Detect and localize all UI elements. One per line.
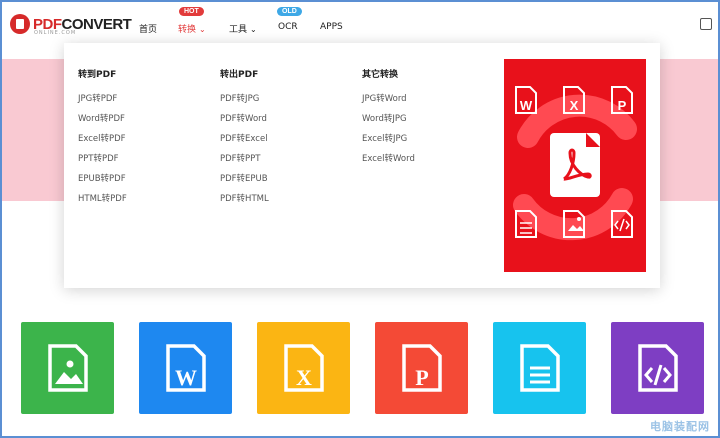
column-other-conversions: 其它转换 JPG转Word Word转JPG Excel转JPG Excel转W… xyxy=(362,67,415,173)
link-word-to-pdf[interactable]: Word转PDF xyxy=(78,113,127,133)
column-to-pdf: 转到PDF JPG转PDF Word转PDF Excel转PDF PPT转PDF… xyxy=(78,67,127,213)
svg-text:P: P xyxy=(415,365,428,390)
link-pdf-to-ppt[interactable]: PDF转PPT xyxy=(220,153,269,173)
link-jpg-to-word[interactable]: JPG转Word xyxy=(362,93,415,113)
tool-tiles: W X P xyxy=(2,322,718,438)
nav-item-home[interactable]: 首页 xyxy=(139,22,157,35)
logo-tagline: ONLINE.COM xyxy=(34,30,77,36)
nav-item-ocr[interactable]: OCR xyxy=(278,22,298,32)
word-file-icon: W xyxy=(166,344,206,392)
conversion-illustration: W X P xyxy=(513,86,637,241)
link-html-to-pdf[interactable]: HTML转PDF xyxy=(78,193,127,213)
column-title: 转出PDF xyxy=(220,70,259,80)
nav-item-tools[interactable]: 工具 ⌄ xyxy=(229,22,257,35)
link-epub-to-pdf[interactable]: EPUB转PDF xyxy=(78,173,127,193)
excel-letter: X xyxy=(570,98,579,113)
tile-excel-tools[interactable]: X xyxy=(257,322,350,414)
old-badge: OLD xyxy=(277,7,302,16)
column-from-pdf: 转出PDF PDF转JPG PDF转Word PDF转Excel PDF转PPT… xyxy=(220,67,269,213)
convert-dropdown-menu: 转到PDF JPG转PDF Word转PDF Excel转PDF PPT转PDF… xyxy=(64,43,660,288)
link-word-to-jpg[interactable]: Word转JPG xyxy=(362,113,415,133)
watermark: 电脑装配网 xyxy=(650,420,710,433)
link-ppt-to-pdf[interactable]: PPT转PDF xyxy=(78,153,127,173)
column-title: 转到PDF xyxy=(78,70,117,80)
hot-badge: HOT xyxy=(179,7,204,16)
nav-item-convert[interactable]: 转换 ⌄ xyxy=(178,22,206,35)
nav-item-apps[interactable]: APPS xyxy=(320,22,343,32)
tile-image-tools[interactable] xyxy=(21,322,114,414)
tile-powerpoint-tools[interactable]: P xyxy=(375,322,468,414)
column-title: 其它转换 xyxy=(362,70,399,80)
link-excel-to-word[interactable]: Excel转Word xyxy=(362,153,415,173)
link-pdf-to-excel[interactable]: PDF转Excel xyxy=(220,133,269,153)
link-excel-to-pdf[interactable]: Excel转PDF xyxy=(78,133,127,153)
chevron-down-icon: ⌄ xyxy=(199,25,206,34)
logo-icon xyxy=(10,14,30,34)
tile-code-tools[interactable] xyxy=(611,322,704,414)
promo-banner[interactable]: W X P xyxy=(504,59,646,272)
site-logo[interactable]: PDFCONVERT ONLINE.COM xyxy=(10,14,132,36)
image-file-icon xyxy=(48,344,88,392)
svg-text:W: W xyxy=(175,365,197,390)
chevron-down-icon: ⌄ xyxy=(250,25,257,34)
word-letter: W xyxy=(520,98,533,113)
link-pdf-to-jpg[interactable]: PDF转JPG xyxy=(220,93,269,113)
tile-word-tools[interactable]: W xyxy=(139,322,232,414)
link-pdf-to-word[interactable]: PDF转Word xyxy=(220,113,269,133)
excel-file-icon: X xyxy=(284,344,324,392)
tile-text-tools[interactable] xyxy=(493,322,586,414)
link-pdf-to-epub[interactable]: PDF转EPUB xyxy=(220,173,269,193)
svg-text:X: X xyxy=(296,365,312,390)
translate-icon[interactable] xyxy=(700,18,712,30)
link-pdf-to-html[interactable]: PDF转HTML xyxy=(220,193,269,213)
code-file-icon xyxy=(638,344,678,392)
powerpoint-letter: P xyxy=(618,98,627,113)
text-file-icon xyxy=(520,344,560,392)
link-jpg-to-pdf[interactable]: JPG转PDF xyxy=(78,93,127,113)
powerpoint-file-icon: P xyxy=(402,344,442,392)
link-excel-to-jpg[interactable]: Excel转JPG xyxy=(362,133,415,153)
